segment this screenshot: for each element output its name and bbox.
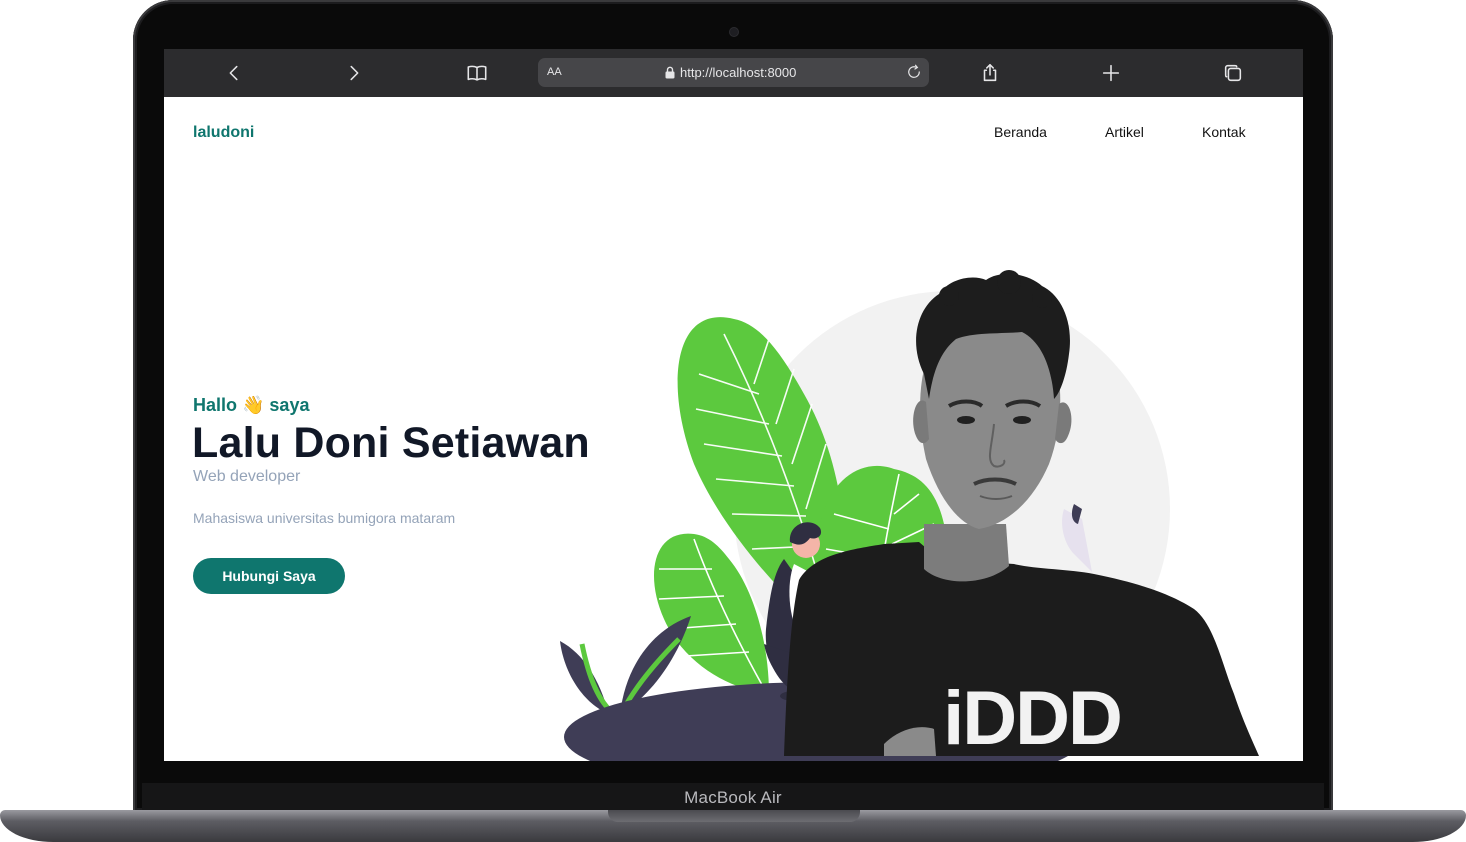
site-logo[interactable]: laludoni [193,124,254,142]
forward-icon[interactable] [342,61,366,85]
hero-name: Lalu Doni Setiawan [192,419,590,467]
device-label: MacBook Air [684,788,782,807]
nav-link-beranda[interactable]: Beranda [994,124,1047,140]
shirt-print: iDDD [943,676,1121,761]
share-icon[interactable] [978,61,1002,85]
hero-description: Mahasiswa universitas bumigora mataram [193,510,456,526]
tabs-icon[interactable] [1221,61,1245,85]
hero-greeting: Hallo 👋 saya [193,395,310,415]
nav-link-artikel[interactable]: Artikel [1105,124,1144,140]
browser-toolbar: AA http://localhost:8000 [164,49,1303,97]
reload-icon[interactable] [905,63,923,81]
hero-illustration: iDDD [560,270,1259,761]
camera-icon [730,28,738,36]
new-tab-icon[interactable] [1099,61,1123,85]
lock-icon [665,66,675,79]
contact-button[interactable]: Hubungi Saya [193,558,345,594]
nav-link-kontak[interactable]: Kontak [1202,124,1246,140]
hero-role: Web developer [193,468,301,485]
text-size-button[interactable]: AA [547,66,562,78]
laptop-notch [608,810,860,822]
bookmarks-icon[interactable] [465,61,489,85]
url-text: http://localhost:8000 [680,65,797,80]
browser-screen: AA http://localhost:8000 laludoni Berand… [164,49,1303,761]
address-bar[interactable]: AA http://localhost:8000 [538,58,929,87]
back-icon[interactable] [222,61,246,85]
